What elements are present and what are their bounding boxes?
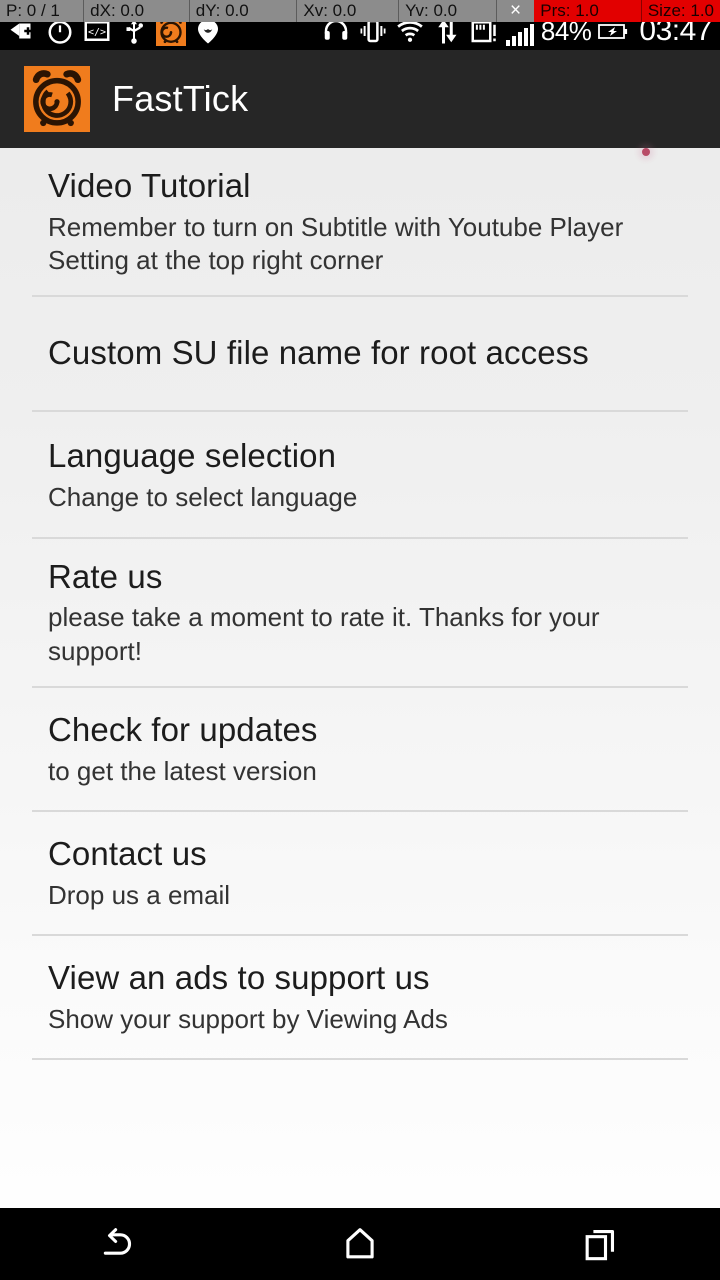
list-item-title: Contact us [48,835,207,873]
list-item[interactable]: Custom SU file name for root access [0,297,720,410]
list-item[interactable]: Language selection Change to select lang… [0,412,720,536]
list-item-subtitle: Change to select language [48,482,358,513]
list-item-title: Custom SU file name for root access [48,334,589,372]
settings-list: Video Tutorial Remember to turn on Subti… [0,148,720,1208]
pointer-count-readout: P: 0 / 1 [0,0,85,22]
list-item-subtitle: Drop us a email [48,880,231,911]
alarm-clock-icon [24,66,90,132]
app-bar: FastTick [0,50,720,148]
list-item-title: View an ads to support us [48,959,430,997]
list-item[interactable]: Rate us please take a moment to rate it.… [0,539,720,686]
list-item-subtitle: Show your support by Viewing Ads [48,1004,448,1035]
list-item[interactable]: Contact us Drop us a email [0,812,720,934]
pointer-size-readout: Size: 1.0 [641,0,720,22]
app-title: FastTick [112,78,249,119]
list-item-title: Language selection [48,437,337,475]
list-item-title: Rate us [48,557,163,595]
svg-text:</>: </> [88,27,106,38]
list-item[interactable]: Check for updates to get the latest vers… [0,688,720,810]
pointer-dy-readout: dY: 0.0 [190,0,298,22]
list-item[interactable]: View an ads to support us Show your supp… [0,936,720,1058]
home-icon[interactable] [300,1208,420,1280]
signal-bars-icon [505,24,534,46]
list-item-subtitle: please take a moment to rate it. Thanks … [48,602,600,666]
recent-apps-icon[interactable] [540,1208,660,1280]
list-item[interactable]: Video Tutorial Remember to turn on Subti… [0,148,720,295]
list-item-title: Video Tutorial [48,167,251,204]
list-item-subtitle: Remember to turn on Subtitle with Youtub… [48,211,624,276]
list-item-title: Check for updates [48,710,318,748]
back-icon[interactable] [60,1208,180,1280]
android-navigation-bar [0,1208,720,1280]
list-item-subtitle: to get the latest version [48,755,317,786]
pointer-yv-readout: Yv: 0.0 [399,0,497,22]
pointer-dx-readout: dX: 0.0 [84,0,190,22]
list-divider [32,1058,688,1061]
pointer-location-overlay: P: 0 / 1 dX: 0.0 dY: 0.0 Xv: 0.0 Yv: 0.0… [0,0,720,22]
pointer-pressure-readout: Prs: 1.0 [534,0,642,22]
pointer-close-icon: × [510,0,522,21]
phone-screen: </> 84% 03:47 P: 0 / 1 dX: 0.0 dY: 0.0 X… [0,0,720,1280]
pointer-xv-readout: Xv: 0.0 [297,0,400,22]
touch-indicator-dot [642,148,650,156]
